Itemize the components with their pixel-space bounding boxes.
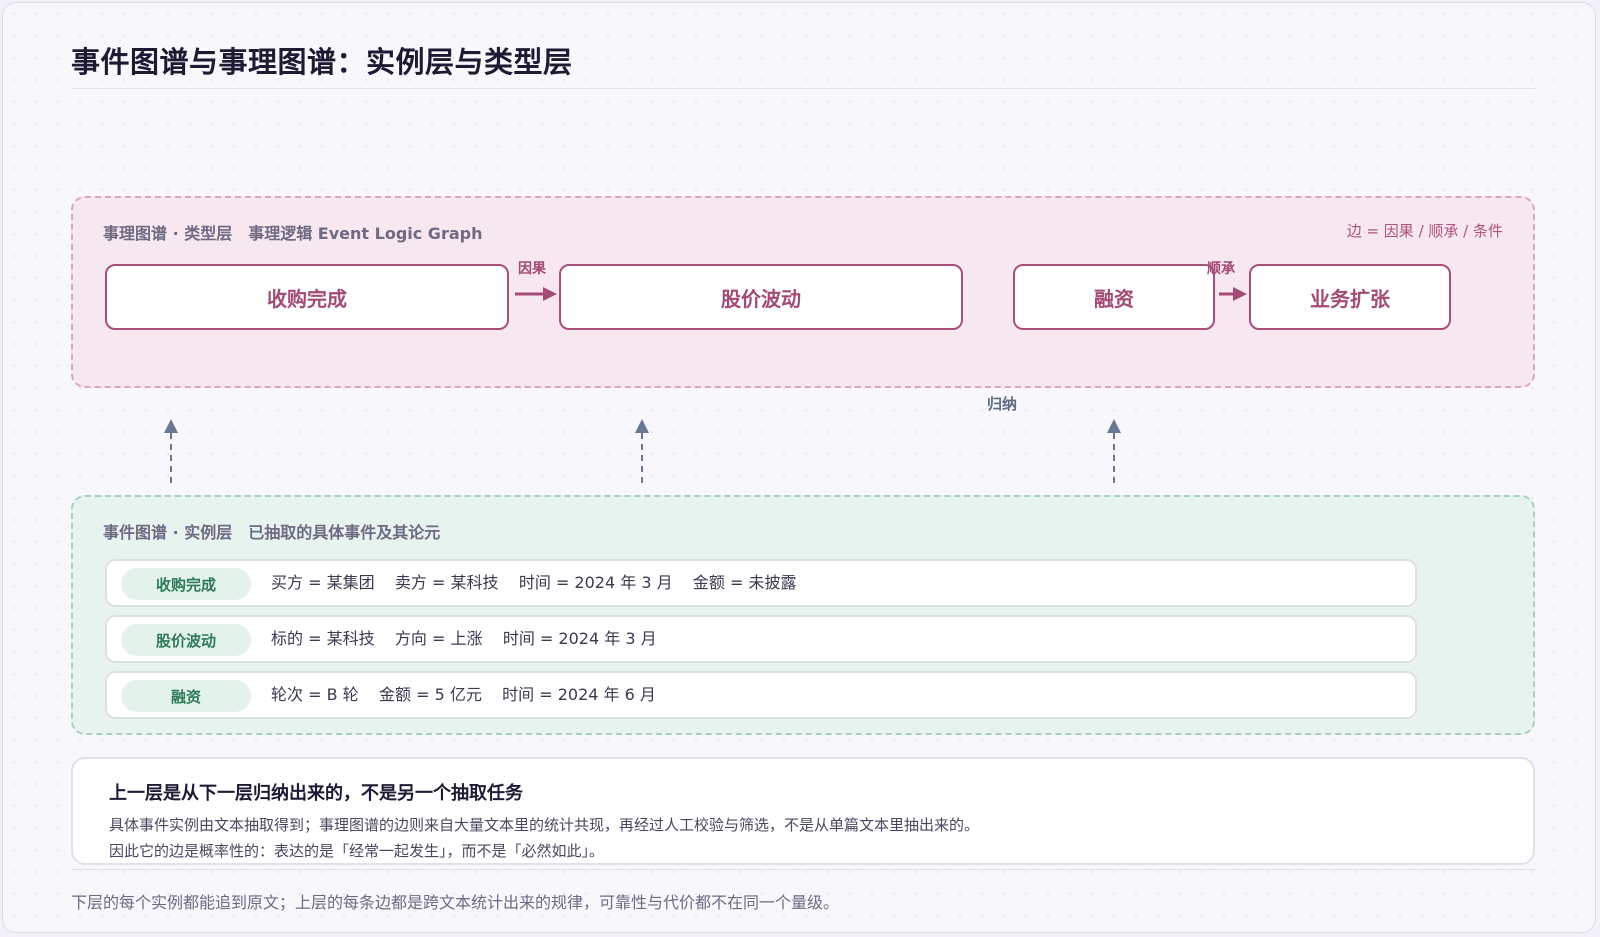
note-line-1: 具体事件实例由文本抽取得到；事理图谱的边则来自大量文本里的统计共现，再经过人工校… (109, 816, 980, 834)
induction-arrow-2 (635, 419, 649, 483)
edge-arrow-causal (515, 287, 557, 301)
type-layer-panel: 事理图谱 · 类型层 事理逻辑 Event Logic Graph 边 = 因果 … (71, 196, 1535, 388)
explanation-note: 上一层是从下一层归纳出来的，不是另一个抽取任务 具体事件实例由文本抽取得到；事理… (71, 757, 1535, 865)
induction-label: 归纳 (987, 395, 1018, 413)
instance-row[interactable]: 股价波动 标的 = 某科技 方向 = 上涨 时间 = 2024 年 3 月 (105, 615, 1417, 663)
instance-layer-subtitle: 已抽取的具体事件及其论元 (248, 523, 441, 542)
instance-layer-header: 事件图谱 · 实例层 已抽取的具体事件及其论元 (103, 519, 440, 543)
type-layer-subtitle: 事理逻辑 Event Logic Graph (248, 224, 483, 243)
event-type-tag: 融资 (121, 680, 251, 712)
edge-label-causal: 因果 (518, 261, 546, 277)
induction-arrow-1 (164, 419, 178, 483)
edge-label-sequential: 顺承 (1207, 261, 1235, 277)
note-line-2: 因此它的边是概率性的：表达的是「经常一起发生」，而不是「必然如此」。 (109, 842, 605, 860)
instance-layer-panel: 事件图谱 · 实例层 已抽取的具体事件及其论元 收购完成 买方 = 某集团 卖方 … (71, 495, 1535, 735)
page-title: 事件图谱与事理图谱：实例层与类型层 (71, 45, 573, 79)
event-type-tag: 股价波动 (121, 624, 251, 656)
footer-caption: 下层的每个实例都能追到原文；上层的每条边都是跨文本统计出来的规律，可靠性与代价都… (71, 893, 840, 912)
induction-arrow-3 (1107, 419, 1121, 483)
type-layer-header: 事理图谱 · 类型层 事理逻辑 Event Logic Graph (103, 220, 482, 244)
instance-row[interactable]: 收购完成 买方 = 某集团 卖方 = 某科技 时间 = 2024 年 3 月 金… (105, 559, 1417, 607)
event-arguments: 轮次 = B 轮 金额 = 5 亿元 时间 = 2024 年 6 月 (271, 685, 656, 704)
event-type-tag: 收购完成 (121, 568, 251, 600)
footer-divider (71, 869, 1535, 870)
instance-layer-title: 事件图谱 · 实例层 (103, 523, 233, 542)
type-layer-title: 事理图谱 · 类型层 (103, 224, 233, 243)
type-node-stock-fluctuation[interactable]: 股价波动 (559, 264, 963, 330)
event-arguments: 标的 = 某科技 方向 = 上涨 时间 = 2024 年 3 月 (271, 629, 657, 648)
type-node-business-expansion[interactable]: 业务扩张 (1249, 264, 1451, 330)
event-arguments: 买方 = 某集团 卖方 = 某科技 时间 = 2024 年 3 月 金额 = 未… (271, 573, 797, 592)
page-frame: 事件图谱与事理图谱：实例层与类型层 事理图谱 · 类型层 事理逻辑 Event L… (2, 2, 1596, 933)
note-heading: 上一层是从下一层归纳出来的，不是另一个抽取任务 (109, 783, 523, 804)
instance-row[interactable]: 融资 轮次 = B 轮 金额 = 5 亿元 时间 = 2024 年 6 月 (105, 671, 1417, 719)
title-divider (71, 88, 1535, 89)
type-node-financing[interactable]: 融资 (1013, 264, 1215, 330)
edge-arrow-sequential (1219, 287, 1247, 301)
edge-legend: 边 = 因果 / 顺承 / 条件 (1346, 222, 1503, 240)
type-node-acquisition[interactable]: 收购完成 (105, 264, 509, 330)
